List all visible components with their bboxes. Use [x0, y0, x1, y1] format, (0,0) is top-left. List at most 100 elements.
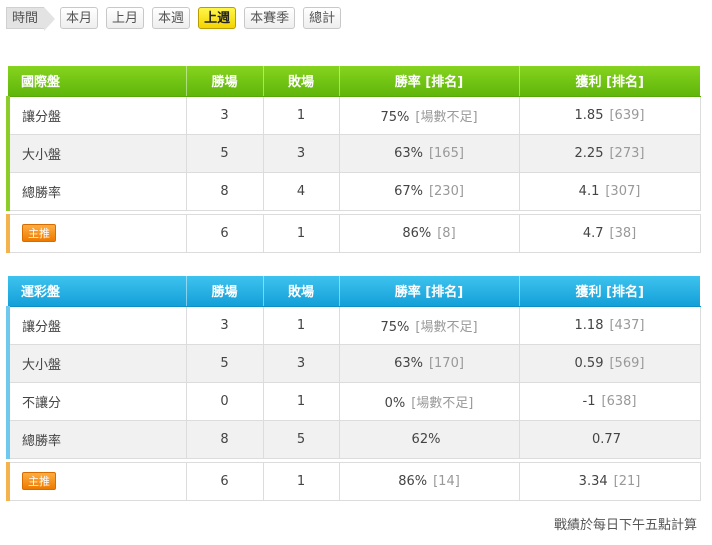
losses-cell: 1	[262, 461, 340, 501]
wins-cell: 8	[185, 171, 264, 211]
filter-this-season-button[interactable]: 本賽季	[244, 7, 296, 29]
time-filter-label: 時間	[6, 7, 56, 31]
wins-cell: 3	[185, 305, 264, 345]
recommended-label-cell: 主推	[6, 461, 187, 501]
table-row: 讓分盤 3 1 75% [場數不足] 1.18 [437]	[6, 305, 701, 345]
recommended-row: 主推 6 1 86% [14] 3.34 [21]	[6, 461, 701, 501]
win-rate-value: 86%	[402, 225, 432, 241]
wins-cell: 5	[185, 133, 264, 173]
win-rate-cell: 62%	[338, 419, 520, 459]
win-rate-rank: [170]	[428, 355, 464, 371]
profit-rank: [437]	[609, 317, 645, 333]
profit-cell: 1.85 [639]	[518, 95, 701, 135]
win-rate-rank: [場數不足]	[415, 319, 478, 335]
profit-value: -1	[582, 393, 596, 409]
filter-last-week-button[interactable]: 上週	[198, 7, 237, 29]
profit-rank: [569]	[609, 355, 645, 371]
row-label: 大小盤	[6, 133, 187, 173]
table-row: 不讓分 0 1 0% [場數不足] -1 [638]	[6, 381, 701, 421]
intl-stats-table: 國際盤 勝場 敗場 勝率 [排名] 獲利 [排名] 讓分盤 3 1 75% [場數…	[6, 66, 701, 253]
table-row: 總勝率 8 5 62% 0.77	[6, 419, 701, 459]
wins-header: 勝場	[186, 66, 264, 97]
wins-cell: 8	[185, 419, 264, 459]
wins-cell: 5	[185, 343, 264, 383]
table-row: 大小盤 5 3 63% [165] 2.25 [273]	[6, 133, 701, 173]
win-rate-cell: 86% [8]	[338, 213, 520, 253]
win-rate-cell: 63% [165]	[338, 133, 520, 173]
row-label: 讓分盤	[6, 305, 187, 345]
profit-value: 3.34	[578, 473, 608, 489]
win-rate-header: 勝率 [排名]	[339, 66, 520, 97]
recommended-badge[interactable]: 主推	[22, 472, 56, 490]
table-header-row: 國際盤 勝場 敗場 勝率 [排名] 獲利 [排名]	[8, 66, 700, 97]
recommended-label-cell: 主推	[6, 213, 187, 253]
win-rate-cell: 75% [場數不足]	[338, 95, 520, 135]
win-rate-value: 67%	[394, 183, 423, 199]
profit-rank: [307]	[605, 183, 641, 199]
table-row: 總勝率 8 4 67% [230] 4.1 [307]	[6, 171, 701, 211]
profit-value: 0.77	[592, 431, 621, 447]
win-rate-rank: [14]	[433, 473, 460, 489]
intl-table-title: 國際盤	[8, 66, 187, 97]
losses-cell: 4	[262, 171, 340, 211]
profit-header: 獲利 [排名]	[519, 276, 700, 307]
row-label: 總勝率	[6, 419, 187, 459]
profit-rank: [38]	[609, 225, 637, 241]
win-rate-rank: [場數不足]	[415, 109, 478, 125]
profit-cell: 2.25 [273]	[518, 133, 701, 173]
profit-value: 4.1	[578, 183, 600, 199]
profit-value: 1.85	[574, 107, 604, 123]
filter-total-button[interactable]: 總計	[303, 7, 342, 29]
win-rate-value: 75%	[380, 109, 410, 125]
win-rate-rank: [165]	[428, 145, 464, 161]
recommended-row: 主推 6 1 86% [8] 4.7 [38]	[6, 213, 701, 253]
win-rate-cell: 67% [230]	[338, 171, 520, 211]
time-filter-bar: 時間 本月 上月 本週 上週 本賽季 總計	[6, 6, 349, 31]
profit-cell: 3.34 [21]	[518, 461, 701, 501]
losses-cell: 3	[262, 133, 340, 173]
profit-cell: -1 [638]	[518, 381, 701, 421]
win-rate-value: 75%	[380, 319, 410, 335]
profit-cell: 1.18 [437]	[518, 305, 701, 345]
win-rate-cell: 0% [場數不足]	[338, 381, 520, 421]
lottery-table-title: 運彩盤	[8, 276, 187, 307]
win-rate-value: 63%	[394, 145, 423, 161]
row-label: 不讓分	[6, 381, 187, 421]
profit-cell: 0.77	[518, 419, 701, 459]
filter-this-week-button[interactable]: 本週	[152, 7, 191, 29]
profit-value: 2.25	[574, 145, 604, 161]
win-rate-rank: [230]	[428, 183, 464, 199]
win-rate-cell: 86% [14]	[338, 461, 520, 501]
table-row: 讓分盤 3 1 75% [場數不足] 1.85 [639]	[6, 95, 701, 135]
wins-cell: 3	[185, 95, 264, 135]
recommended-badge[interactable]: 主推	[22, 224, 56, 242]
row-label: 大小盤	[6, 343, 187, 383]
filter-this-month-button[interactable]: 本月	[60, 7, 99, 29]
losses-cell: 1	[262, 305, 340, 345]
profit-cell: 0.59 [569]	[518, 343, 701, 383]
filter-last-month-button[interactable]: 上月	[106, 7, 145, 29]
losses-header: 敗場	[263, 276, 340, 307]
profit-rank: [638]	[601, 393, 637, 409]
win-rate-header: 勝率 [排名]	[339, 276, 520, 307]
win-rate-rank: [8]	[437, 225, 456, 241]
row-label: 總勝率	[6, 171, 187, 211]
lottery-stats-table: 運彩盤 勝場 敗場 勝率 [排名] 獲利 [排名] 讓分盤 3 1 75% [場數…	[6, 276, 701, 501]
win-rate-value: 63%	[394, 355, 423, 371]
profit-rank: [639]	[609, 107, 645, 123]
win-rate-rank: [場數不足]	[411, 395, 474, 411]
wins-header: 勝場	[186, 276, 264, 307]
losses-cell: 1	[262, 213, 340, 253]
table-header-row: 運彩盤 勝場 敗場 勝率 [排名] 獲利 [排名]	[8, 276, 700, 307]
profit-rank: [273]	[609, 145, 645, 161]
profit-header: 獲利 [排名]	[519, 66, 700, 97]
profit-value: 4.7	[582, 225, 604, 241]
win-rate-cell: 75% [場數不足]	[338, 305, 520, 345]
profit-cell: 4.1 [307]	[518, 171, 701, 211]
wins-cell: 0	[185, 381, 264, 421]
profit-rank: [21]	[613, 473, 641, 489]
losses-cell: 3	[262, 343, 340, 383]
win-rate-value: 62%	[411, 431, 441, 447]
profit-cell: 4.7 [38]	[518, 213, 701, 253]
profit-value: 0.59	[574, 355, 604, 371]
